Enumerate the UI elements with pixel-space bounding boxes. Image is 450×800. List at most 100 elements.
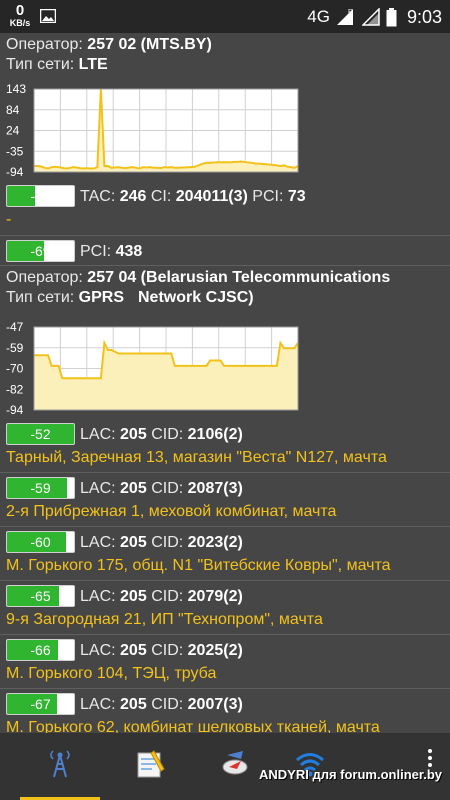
operator-label: Оператор:	[6, 269, 83, 286]
network-type-value: LTE	[78, 56, 108, 73]
lac-value: 205	[120, 588, 147, 605]
signal-meter-neighbor-lte: -69	[6, 240, 75, 262]
cid-label: CID:	[151, 426, 184, 443]
cell-ids: LAC: 205 CID: 2079(2)	[80, 588, 243, 606]
signal-meter-value: -65	[30, 588, 51, 604]
battery-icon	[386, 7, 397, 26]
lte-cell-ids: TAC: 246 CI: 204011(3) PCI: 73	[80, 188, 306, 206]
lac-value: 205	[120, 696, 147, 713]
cell-info-list: Оператор: 257 02 (MTS.BY) Тип сети: LTE …	[0, 33, 450, 733]
pci-value: 73	[287, 188, 306, 205]
divider	[0, 688, 450, 689]
signal-chart-lte: 143 84 24 -35 -94	[6, 82, 299, 179]
signal-meter-value: -77	[30, 188, 51, 204]
cid-value: 2106(2)	[187, 426, 243, 443]
nav-tab-cells[interactable]	[20, 733, 100, 800]
cell-ids: LAC: 205 CID: 2007(3)	[80, 696, 243, 714]
lte-cell-location: -	[6, 211, 12, 228]
network-type-indicator: 4G	[307, 7, 330, 26]
operator-2-name-continued: Network CJSC)	[138, 289, 254, 307]
image-notification-icon	[40, 9, 56, 23]
signal-meter-value: -66	[30, 642, 51, 658]
divider	[0, 235, 450, 236]
lac-value: 205	[120, 534, 147, 551]
cid-value: 2025(2)	[187, 642, 243, 659]
lac-label: LAC:	[80, 642, 116, 659]
pci-value: 438	[115, 243, 143, 260]
tac-value: 246	[119, 188, 147, 205]
nav-tab-log[interactable]	[110, 733, 190, 800]
signal-meter: -67	[6, 693, 75, 715]
cell-ids: LAC: 205 CID: 2087(3)	[80, 480, 243, 498]
neighbor-cell-ids: PCI: 438	[80, 243, 142, 261]
ci-label: CI:	[150, 188, 172, 205]
cid-value: 2023(2)	[187, 534, 243, 551]
divider	[0, 634, 450, 635]
tac-label: TAC:	[80, 188, 116, 205]
network-speed: 0 KB/s	[5, 3, 35, 28]
ci-value: 204011(3)	[175, 188, 248, 205]
chart-y-tick: 143	[6, 82, 26, 96]
lac-label: LAC:	[80, 426, 116, 443]
lac-label: LAC:	[80, 696, 116, 713]
divider	[0, 526, 450, 527]
network-speed-value: 0	[15, 2, 25, 19]
cid-value: 2087(3)	[187, 480, 243, 497]
operator-label: Оператор:	[6, 36, 83, 53]
divider	[0, 265, 450, 266]
notepad-icon	[137, 750, 165, 778]
cell-location: Тарный, Заречная 13, магазин "Веста" N12…	[6, 449, 387, 466]
pci-label: PCI:	[252, 188, 284, 205]
cell-ids: LAC: 205 CID: 2025(2)	[80, 642, 243, 660]
chart-y-tick: 24	[6, 124, 20, 138]
lac-value: 205	[120, 480, 147, 497]
signal-meter-value: -59	[30, 480, 51, 496]
operator-value-continued: Network CJSC)	[138, 289, 254, 306]
cid-label: CID:	[151, 480, 184, 497]
watermark: ANDYRI для forum.onliner.by	[259, 767, 442, 782]
operator-value: 257 04 (Belarusian Telecommunications	[87, 269, 391, 286]
cell-ids: LAC: 205 CID: 2106(2)	[80, 426, 243, 444]
chart-y-tick: -94	[6, 403, 24, 417]
signal-meter-value: -60	[30, 534, 51, 550]
network-speed-unit: KB/s	[9, 18, 31, 28]
clock: 9:03	[406, 6, 442, 27]
network-type-1-line: Тип сети: LTE	[6, 56, 108, 74]
signal-meter: -59	[6, 477, 75, 499]
tower-icon	[50, 750, 70, 778]
cid-value: 2079(2)	[187, 588, 243, 605]
lac-label: LAC:	[80, 534, 116, 551]
cid-label: CID:	[151, 588, 184, 605]
cid-label: CID:	[151, 642, 184, 659]
chart-y-tick: -82	[6, 382, 24, 396]
cid-value: 2007(3)	[187, 696, 243, 713]
cell-location: М. Горького 62, комбинат шелковых тканей…	[6, 719, 380, 733]
lac-value: 205	[120, 642, 147, 659]
chart-y-tick: -35	[6, 144, 24, 158]
cell-ids: LAC: 205 CID: 2023(2)	[80, 534, 243, 552]
operator-value: 257 02 (MTS.BY)	[87, 36, 212, 53]
lac-value: 205	[120, 426, 147, 443]
compass-icon	[222, 751, 248, 775]
signal-meter-value: -52	[30, 426, 51, 442]
operator-1-line: Оператор: 257 02 (MTS.BY)	[6, 36, 212, 54]
operator-2-line: Оператор: 257 04 (Belarusian Telecommuni…	[6, 269, 390, 287]
signal-meter: -66	[6, 639, 75, 661]
chart-y-tick: -70	[6, 362, 24, 376]
signal-strength-2-icon	[361, 8, 380, 26]
network-type-label: Тип сети:	[6, 289, 75, 306]
pci-label: PCI:	[80, 243, 112, 260]
chart-y-tick: -47	[6, 320, 24, 334]
chart-y-tick: 84	[6, 103, 20, 117]
network-type-label: Тип сети:	[6, 56, 75, 73]
signal-meter-value: -67	[30, 696, 51, 712]
signal-meter: -52	[6, 423, 75, 445]
signal-meter: -65	[6, 585, 75, 607]
roaming-indicator: R	[348, 9, 353, 16]
signal-meter: -60	[6, 531, 75, 553]
cid-label: CID:	[151, 696, 184, 713]
signal-chart-gprs: -47 -59 -70 -82 -94	[6, 320, 299, 417]
status-bar: 0 KB/s 4G R 9:03	[0, 0, 450, 33]
divider	[0, 580, 450, 581]
signal-strength-icon: R	[336, 9, 353, 25]
